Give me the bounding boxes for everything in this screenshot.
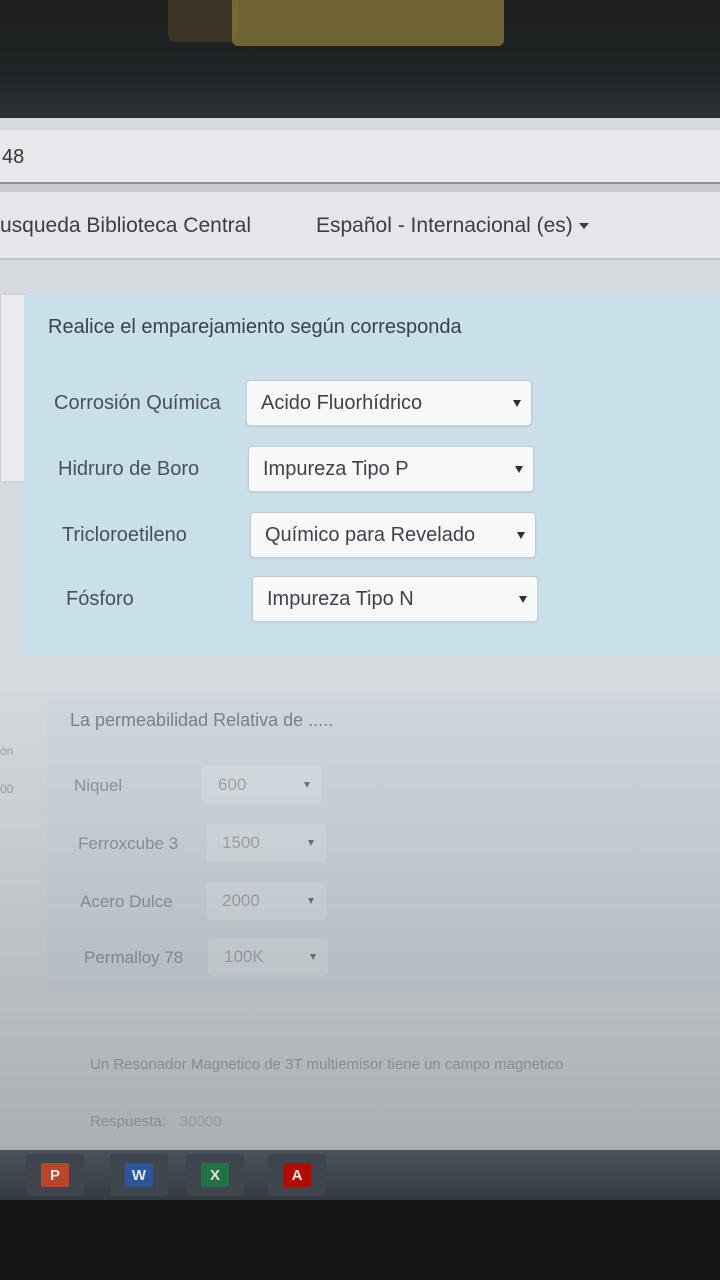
match-row: Permalloy 78 100K: [46, 938, 720, 978]
select-value: 100K: [224, 947, 264, 966]
background-object: [232, 0, 504, 46]
taskbar-powerpoint-button[interactable]: P: [26, 1154, 84, 1196]
match-label: Hidruro de Boro: [58, 458, 200, 480]
taskbar-excel-button[interactable]: X: [186, 1154, 244, 1196]
match-select[interactable]: Químico para Revelado: [250, 512, 536, 558]
dropdown-arrow-icon: [513, 400, 521, 407]
match-label: Tricloroetileno: [62, 524, 187, 546]
language-menu[interactable]: Español - Internacional (es): [316, 214, 589, 238]
left-column-fragment: ón: [0, 744, 14, 758]
select-value: Acido Fluorhídrico: [261, 392, 423, 414]
select-value: Químico para Revelado: [265, 524, 476, 546]
match-row: Tricloroetileno Químico para Revelado: [24, 512, 720, 558]
answer-label: Respuesta:: [90, 1113, 166, 1130]
match-select[interactable]: 100K: [208, 938, 328, 976]
question-title: Realice el emparejamiento según correspo…: [48, 316, 462, 338]
match-row: Fósforo Impureza Tipo N: [24, 576, 720, 622]
taskbar-pdf-button[interactable]: A: [268, 1154, 326, 1196]
address-text: 48: [2, 146, 25, 168]
match-label: Ferroxcube 3: [78, 834, 179, 853]
library-search-link[interactable]: usqueda Biblioteca Central: [0, 214, 251, 238]
match-label: Corrosión Química: [54, 392, 221, 414]
match-label: Acero Dulce: [80, 892, 173, 911]
match-row: Hidruro de Boro Impureza Tipo P: [24, 446, 720, 492]
question-title: La permeabilidad Relativa de .....: [70, 710, 334, 730]
dropdown-arrow-icon: [310, 954, 316, 960]
browser-screen: 48 usqueda Biblioteca Central Español - …: [0, 118, 720, 1150]
question-nav-block: [0, 294, 26, 482]
match-label: Fósforo: [66, 588, 134, 610]
match-select[interactable]: Impureza Tipo N: [252, 576, 538, 622]
answer-input[interactable]: 30000: [180, 1113, 222, 1130]
background-object: [168, 0, 238, 42]
match-select[interactable]: 2000: [206, 882, 326, 920]
word-icon: W: [125, 1163, 153, 1187]
language-menu-label: Español - Internacional (es): [316, 214, 573, 237]
toolbar-divider: [0, 184, 720, 192]
question-text: Un Resonador Magnetico de 3T multiemisor…: [90, 1056, 564, 1073]
match-label: Niquel: [74, 776, 123, 795]
powerpoint-icon: P: [41, 1163, 69, 1187]
match-select[interactable]: 1500: [206, 824, 326, 862]
excel-icon: X: [201, 1163, 229, 1187]
match-select[interactable]: Acido Fluorhídrico: [246, 380, 532, 426]
address-bar[interactable]: 48: [0, 130, 720, 184]
question-card-matching: Realice el emparejamiento según correspo…: [24, 294, 720, 656]
monitor-bezel-bottom: [0, 1200, 720, 1280]
dropdown-arrow-icon: [308, 840, 314, 846]
select-value: Impureza Tipo N: [267, 588, 414, 610]
match-row: Acero Dulce 2000: [46, 882, 720, 922]
question-card-permeability: La permeabilidad Relativa de ..... Nique…: [46, 692, 720, 992]
dropdown-arrow-icon: [519, 596, 527, 603]
answer-row: Respuesta: 30000: [90, 1113, 222, 1130]
select-value: 2000: [222, 891, 260, 910]
taskbar-word-button[interactable]: W: [110, 1154, 168, 1196]
match-row: Corrosión Química Acido Fluorhídrico: [24, 380, 720, 426]
match-row: Ferroxcube 3 1500: [46, 824, 720, 864]
select-value: 1500: [222, 833, 260, 852]
dropdown-arrow-icon: [308, 898, 314, 904]
select-value: Impureza Tipo P: [263, 458, 409, 480]
caret-down-icon: [578, 223, 589, 230]
select-value: 600: [218, 775, 247, 794]
match-label: Permalloy 78: [84, 948, 184, 967]
match-select[interactable]: Impureza Tipo P: [248, 446, 534, 492]
os-taskbar: P W X A: [0, 1150, 720, 1200]
dropdown-arrow-icon: [517, 532, 525, 539]
match-select[interactable]: 600: [202, 766, 322, 804]
pdf-icon: A: [283, 1163, 311, 1187]
site-navbar: usqueda Biblioteca Central Español - Int…: [0, 192, 720, 260]
monitor-bezel-top: [0, 0, 720, 118]
dropdown-arrow-icon: [304, 782, 310, 788]
dropdown-arrow-icon: [515, 466, 523, 473]
left-column-fragment: 00: [0, 782, 14, 796]
match-row: Niquel 600: [46, 766, 720, 806]
